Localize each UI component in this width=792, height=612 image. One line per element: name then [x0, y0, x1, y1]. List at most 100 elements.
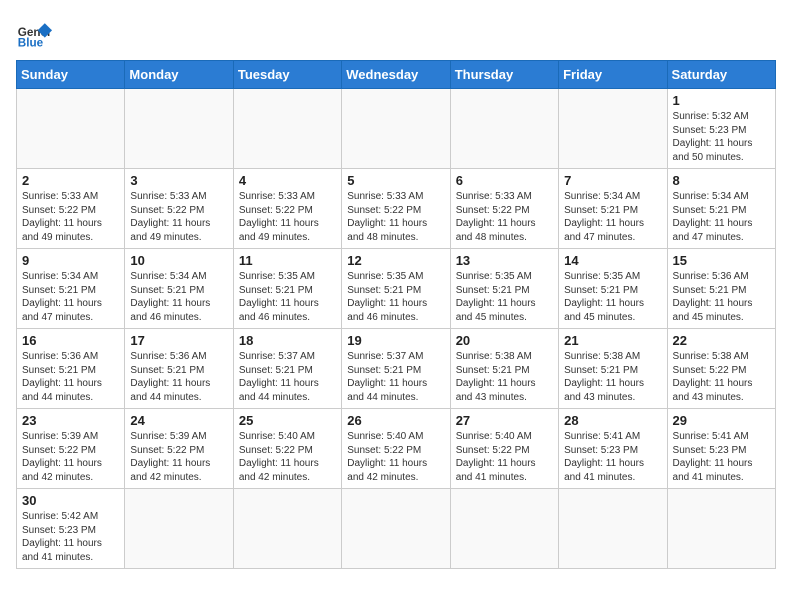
calendar-cell: 29Sunrise: 5:41 AM Sunset: 5:23 PM Dayli…: [667, 409, 775, 489]
cell-content: Sunrise: 5:35 AM Sunset: 5:21 PM Dayligh…: [456, 270, 553, 324]
calendar-cell: 10 Sunrise: 5:34 AM Sunset: 5:21 PM Dayli…: [125, 249, 233, 329]
calendar-cell: [342, 489, 450, 569]
calendar-cell: 14 Sunrise: 5:35 AM Sunset: 5:21 PM Dayli…: [559, 249, 667, 329]
cell-content: Sunrise: 5:37 AM Sunset: 5:21 PM Dayligh…: [239, 350, 336, 404]
svg-text:Blue: Blue: [18, 37, 44, 50]
weekday-header-wednesday: Wednesday: [342, 61, 450, 89]
day-number: 21: [564, 333, 661, 348]
calendar-cell: [559, 489, 667, 569]
cell-content: Sunrise: 5:34 AM Sunset: 5:21 PM Dayligh…: [130, 270, 227, 324]
day-number: 19: [347, 333, 444, 348]
cell-content: Sunrise: 5:33 AM Sunset: 5:22 PM Dayligh…: [22, 190, 119, 244]
day-number: 10: [130, 253, 227, 268]
calendar-table: SundayMondayTuesdayWednesdayThursdayFrid…: [16, 60, 776, 569]
weekday-row: SundayMondayTuesdayWednesdayThursdayFrid…: [17, 61, 776, 89]
cell-content: Sunrise: 5:35 AM Sunset: 5:21 PM Dayligh…: [347, 270, 444, 324]
calendar-cell: 26Sunrise: 5:40 AM Sunset: 5:22 PM Dayli…: [342, 409, 450, 489]
calendar-cell: 11 Sunrise: 5:35 AM Sunset: 5:21 PM Dayli…: [233, 249, 341, 329]
day-number: 18: [239, 333, 336, 348]
calendar-cell: [342, 89, 450, 169]
day-number: 4: [239, 173, 336, 188]
day-number: 30: [22, 493, 119, 508]
weekday-header-tuesday: Tuesday: [233, 61, 341, 89]
day-number: 11: [239, 253, 336, 268]
cell-content: Sunrise: 5:39 AM Sunset: 5:22 PM Dayligh…: [130, 430, 227, 484]
cell-content: Sunrise: 5:34 AM Sunset: 5:21 PM Dayligh…: [564, 190, 661, 244]
cell-content: Sunrise: 5:36 AM Sunset: 5:21 PM Dayligh…: [22, 350, 119, 404]
calendar-cell: 4 Sunrise: 5:33 AM Sunset: 5:22 PM Daylig…: [233, 169, 341, 249]
cell-content: Sunrise: 5:35 AM Sunset: 5:21 PM Dayligh…: [239, 270, 336, 324]
cell-content: Sunrise: 5:40 AM Sunset: 5:22 PM Dayligh…: [347, 430, 444, 484]
week-row-3: 9Sunrise: 5:34 AM Sunset: 5:21 PM Daylig…: [17, 249, 776, 329]
day-number: 6: [456, 173, 553, 188]
week-row-6: 30 Sunrise: 5:42 AM Sunset: 5:23 PM Dayli…: [17, 489, 776, 569]
cell-content: Sunrise: 5:41 AM Sunset: 5:23 PM Dayligh…: [673, 430, 770, 484]
calendar-cell: 17 Sunrise: 5:36 AM Sunset: 5:21 PM Dayli…: [125, 329, 233, 409]
calendar-cell: 20Sunrise: 5:38 AM Sunset: 5:21 PM Dayli…: [450, 329, 558, 409]
day-number: 16: [22, 333, 119, 348]
calendar-cell: 7 Sunrise: 5:34 AM Sunset: 5:21 PM Daylig…: [559, 169, 667, 249]
day-number: 3: [130, 173, 227, 188]
calendar-cell: [450, 89, 558, 169]
cell-content: Sunrise: 5:36 AM Sunset: 5:21 PM Dayligh…: [673, 270, 770, 324]
cell-content: Sunrise: 5:33 AM Sunset: 5:22 PM Dayligh…: [130, 190, 227, 244]
page-header: General Blue: [16, 16, 776, 52]
cell-content: Sunrise: 5:34 AM Sunset: 5:21 PM Dayligh…: [22, 270, 119, 324]
cell-content: Sunrise: 5:40 AM Sunset: 5:22 PM Dayligh…: [239, 430, 336, 484]
logo: General Blue: [16, 16, 52, 52]
calendar-cell: [125, 489, 233, 569]
cell-content: Sunrise: 5:41 AM Sunset: 5:23 PM Dayligh…: [564, 430, 661, 484]
cell-content: Sunrise: 5:42 AM Sunset: 5:23 PM Dayligh…: [22, 510, 119, 564]
cell-content: Sunrise: 5:38 AM Sunset: 5:21 PM Dayligh…: [564, 350, 661, 404]
day-number: 28: [564, 413, 661, 428]
cell-content: Sunrise: 5:38 AM Sunset: 5:21 PM Dayligh…: [456, 350, 553, 404]
calendar-cell: 13Sunrise: 5:35 AM Sunset: 5:21 PM Dayli…: [450, 249, 558, 329]
calendar-cell: 2 Sunrise: 5:33 AM Sunset: 5:22 PM Daylig…: [17, 169, 125, 249]
cell-content: Sunrise: 5:40 AM Sunset: 5:22 PM Dayligh…: [456, 430, 553, 484]
weekday-header-thursday: Thursday: [450, 61, 558, 89]
calendar-cell: 24 Sunrise: 5:39 AM Sunset: 5:22 PM Dayli…: [125, 409, 233, 489]
weekday-header-sunday: Sunday: [17, 61, 125, 89]
weekday-header-saturday: Saturday: [667, 61, 775, 89]
cell-content: Sunrise: 5:33 AM Sunset: 5:22 PM Dayligh…: [239, 190, 336, 244]
calendar-cell: 30 Sunrise: 5:42 AM Sunset: 5:23 PM Dayli…: [17, 489, 125, 569]
day-number: 14: [564, 253, 661, 268]
calendar-cell: [233, 89, 341, 169]
cell-content: Sunrise: 5:38 AM Sunset: 5:22 PM Dayligh…: [673, 350, 770, 404]
calendar-body: 1 Sunrise: 5:32 AM Sunset: 5:23 PM Daylig…: [17, 89, 776, 569]
calendar-cell: [559, 89, 667, 169]
day-number: 22: [673, 333, 770, 348]
calendar-cell: [233, 489, 341, 569]
calendar-cell: 19Sunrise: 5:37 AM Sunset: 5:21 PM Dayli…: [342, 329, 450, 409]
calendar-cell: [125, 89, 233, 169]
day-number: 2: [22, 173, 119, 188]
day-number: 24: [130, 413, 227, 428]
day-number: 8: [673, 173, 770, 188]
calendar-cell: 28 Sunrise: 5:41 AM Sunset: 5:23 PM Dayli…: [559, 409, 667, 489]
day-number: 27: [456, 413, 553, 428]
calendar-cell: 1 Sunrise: 5:32 AM Sunset: 5:23 PM Daylig…: [667, 89, 775, 169]
cell-content: Sunrise: 5:32 AM Sunset: 5:23 PM Dayligh…: [673, 110, 770, 164]
calendar-cell: 25 Sunrise: 5:40 AM Sunset: 5:22 PM Dayli…: [233, 409, 341, 489]
cell-content: Sunrise: 5:35 AM Sunset: 5:21 PM Dayligh…: [564, 270, 661, 324]
calendar-cell: [450, 489, 558, 569]
cell-content: Sunrise: 5:36 AM Sunset: 5:21 PM Dayligh…: [130, 350, 227, 404]
calendar-cell: 12 Sunrise: 5:35 AM Sunset: 5:21 PM Dayli…: [342, 249, 450, 329]
day-number: 12: [347, 253, 444, 268]
logo-icon: General Blue: [16, 16, 52, 52]
day-number: 17: [130, 333, 227, 348]
calendar-cell: 16 Sunrise: 5:36 AM Sunset: 5:21 PM Dayli…: [17, 329, 125, 409]
calendar-cell: 21 Sunrise: 5:38 AM Sunset: 5:21 PM Dayli…: [559, 329, 667, 409]
day-number: 1: [673, 93, 770, 108]
calendar-cell: 6Sunrise: 5:33 AM Sunset: 5:22 PM Daylig…: [450, 169, 558, 249]
calendar-cell: 18 Sunrise: 5:37 AM Sunset: 5:21 PM Dayli…: [233, 329, 341, 409]
cell-content: Sunrise: 5:34 AM Sunset: 5:21 PM Dayligh…: [673, 190, 770, 244]
day-number: 7: [564, 173, 661, 188]
cell-content: Sunrise: 5:39 AM Sunset: 5:22 PM Dayligh…: [22, 430, 119, 484]
day-number: 15: [673, 253, 770, 268]
calendar-cell: 3 Sunrise: 5:33 AM Sunset: 5:22 PM Daylig…: [125, 169, 233, 249]
weekday-header-monday: Monday: [125, 61, 233, 89]
calendar-cell: 15 Sunrise: 5:36 AM Sunset: 5:21 PM Dayli…: [667, 249, 775, 329]
day-number: 25: [239, 413, 336, 428]
week-row-1: 1 Sunrise: 5:32 AM Sunset: 5:23 PM Daylig…: [17, 89, 776, 169]
